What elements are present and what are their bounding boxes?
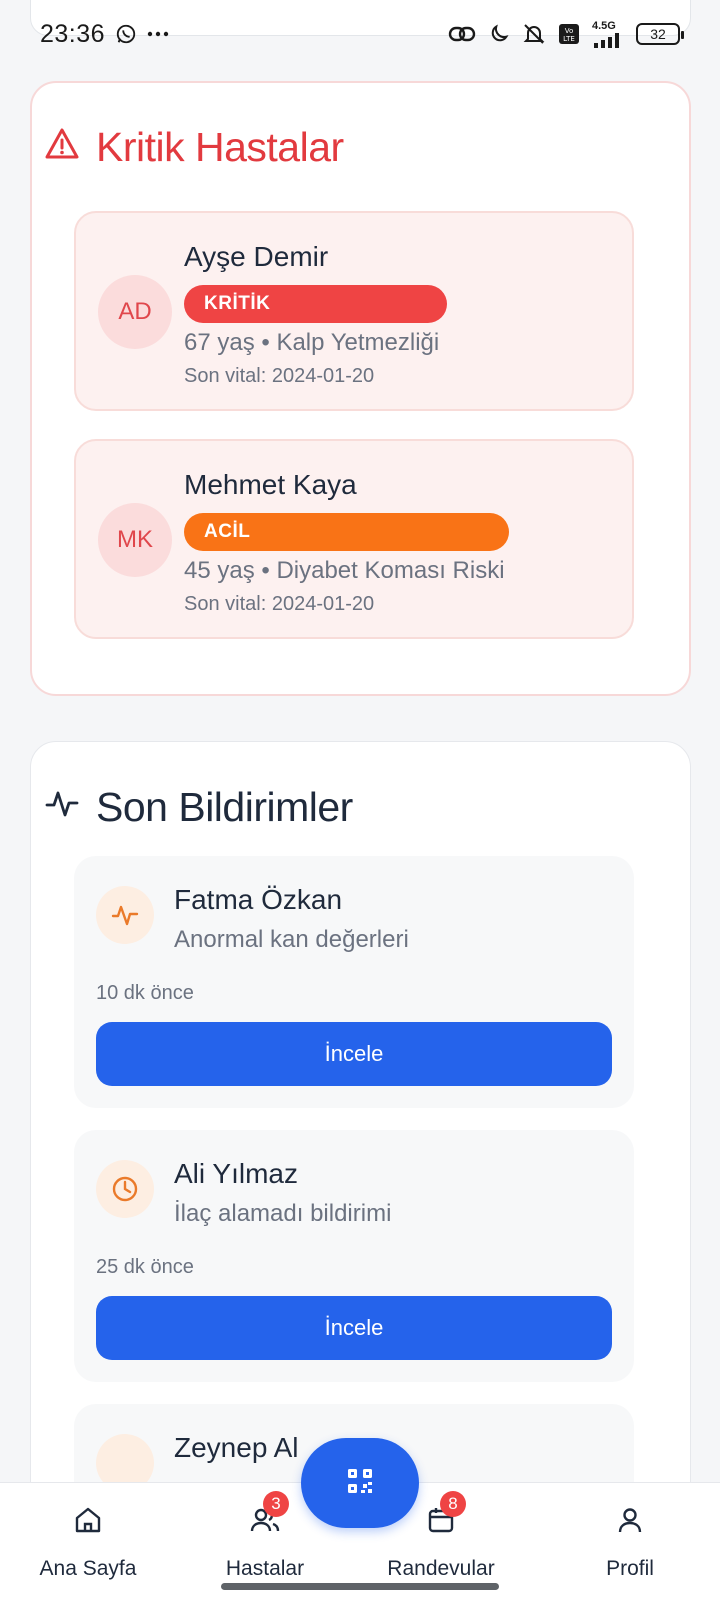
notification-patient-name: Ali Yılmaz — [174, 1158, 298, 1189]
status-badge-urgent: ACİL — [184, 513, 509, 551]
nav-label: Profil — [606, 1557, 654, 1580]
notification-description: İlaç alamadı bildirimi — [174, 1200, 392, 1227]
notification-patient-name: Fatma Özkan — [174, 884, 343, 915]
users-icon: 3 — [249, 1491, 289, 1537]
nav-label: Hastalar — [225, 1557, 305, 1580]
volte-icon: Vo LTE — [558, 23, 580, 45]
patient-info: 45 yaş • Diyabet Koması Riski — [184, 557, 505, 584]
qr-code-icon — [346, 1467, 374, 1500]
notification-time: 25 dk önce — [96, 1256, 194, 1278]
patient-last-vital: Son vital: 2024-01-20 — [184, 593, 375, 615]
activity-icon — [96, 886, 154, 944]
appointments-count-badge: 8 — [440, 1491, 466, 1517]
network-type: 4.5G — [592, 19, 616, 32]
notification-item: Ali Yılmaz İlaç alamadı bildirimi 25 dk … — [74, 1130, 634, 1382]
home-indicator[interactable] — [221, 1583, 499, 1590]
status-left: 23:36 — [40, 20, 169, 49]
more-dots-icon — [147, 30, 169, 38]
whatsapp-icon — [115, 23, 137, 45]
nav-item-profile[interactable]: Profil — [550, 1483, 710, 1593]
patient-card-ayse-demir[interactable]: AD Ayşe Demir KRİTİK 67 yaş • Kalp Yetme… — [74, 211, 634, 411]
warning-triangle-icon — [44, 124, 80, 171]
battery-indicator: 32 — [636, 23, 684, 45]
status-badge-critical: KRİTİK — [184, 285, 447, 323]
critical-section-header: Kritik Hastalar — [44, 124, 344, 171]
patients-count-badge: 3 — [263, 1491, 289, 1517]
moon-icon — [488, 23, 510, 45]
user-icon — [615, 1503, 645, 1537]
notification-patient-name: Zeynep Al — [174, 1432, 299, 1463]
signal-icon: 4.5G — [592, 19, 624, 48]
link-icon — [448, 23, 476, 45]
notification-item: Fatma Özkan Anormal kan değerleri 10 dk … — [74, 856, 634, 1108]
patient-card-mehmet-kaya[interactable]: MK Mehmet Kaya ACİL 45 yaş • Diyabet Kom… — [74, 439, 634, 639]
patient-name: Mehmet Kaya — [184, 469, 357, 500]
patient-info: 67 yaş • Kalp Yetmezliği — [184, 329, 440, 356]
notification-description: Anormal kan değerleri — [174, 926, 409, 953]
critical-section-title: Kritik Hastalar — [96, 124, 344, 170]
nav-label: Randevular — [387, 1557, 495, 1580]
activity-icon — [44, 784, 80, 831]
patient-name: Ayşe Demir — [184, 241, 329, 272]
notification-time: 10 dk önce — [96, 982, 194, 1004]
review-button[interactable]: İncele — [96, 1296, 612, 1360]
svg-text:LTE: LTE — [563, 35, 575, 43]
notifications-section-header: Son Bildirimler — [44, 784, 353, 831]
qr-scan-fab-button[interactable] — [301, 1438, 419, 1528]
clock-icon — [96, 1160, 154, 1218]
avatar: AD — [98, 275, 172, 349]
nav-item-home[interactable]: Ana Sayfa — [8, 1483, 168, 1593]
review-button[interactable]: İncele — [96, 1022, 612, 1086]
status-right: Vo LTE 4.5G 32 — [448, 19, 684, 48]
status-time: 23:36 — [40, 19, 106, 48]
avatar: MK — [98, 503, 172, 577]
bell-muted-icon — [522, 22, 546, 46]
status-bar: 23:36 Vo LTE 4.5G 32 — [0, 0, 720, 68]
home-icon — [73, 1503, 103, 1537]
svg-text:Vo: Vo — [565, 27, 574, 35]
notifications-section-title: Son Bildirimler — [96, 784, 353, 830]
patient-last-vital: Son vital: 2024-01-20 — [184, 365, 375, 387]
calendar-icon: 8 — [426, 1491, 466, 1537]
nav-label: Ana Sayfa — [39, 1557, 137, 1580]
